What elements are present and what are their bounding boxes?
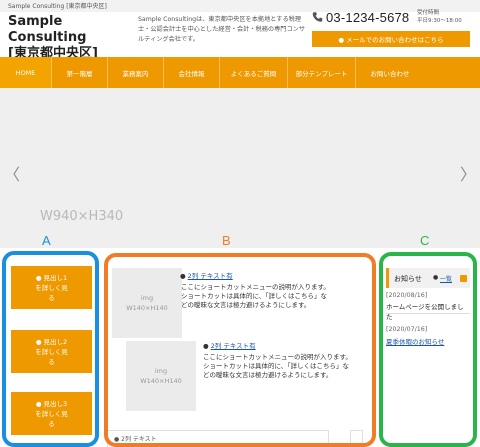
sidebar-button-line2: を詳しく見: [35, 409, 68, 418]
item-title-1[interactable]: ● 2列 テキスト有: [180, 270, 233, 280]
news-header: お知らせ ● 一覧: [386, 268, 470, 288]
item-title-text: 2列 テキスト有: [187, 272, 233, 280]
news-date: [2020/08/16]: [386, 292, 428, 299]
phone-number: 03-1234-5678: [326, 9, 410, 25]
bullet-icon: ●: [180, 272, 186, 280]
divider: [386, 313, 470, 314]
nav-item-partial-template[interactable]: 部分テンプレート: [288, 57, 356, 88]
sidebar-button-line2: を詳しく見: [35, 283, 68, 292]
bullet-icon: ●: [203, 342, 209, 350]
item-desc-1: ここにショートカットメニューの説明が入ります。ショートカットは具体的に、「詳しく…: [181, 283, 330, 310]
sidebar-button-1[interactable]: ● 見出し1 を詳しく見 る: [11, 266, 92, 309]
site-description: Sample Consultingは、東京都中央区を本拠地とする税理士・公認会計…: [138, 16, 306, 43]
email-contact-button[interactable]: ● メールでのお問い合わせはこちら: [312, 31, 470, 47]
thumbnail-image-1[interactable]: img W140×H140: [112, 268, 182, 338]
item-desc-2: ここにショートカットメニューの説明が入ります。ショートカットは具体的に、「詳しく…: [203, 353, 352, 380]
phone-icon: [312, 12, 323, 22]
nav-item-company[interactable]: 会社情報: [164, 57, 220, 88]
annotation-b: B: [222, 233, 231, 248]
item-title-2[interactable]: ● 2列 テキスト有: [203, 340, 256, 350]
nav-item-contact[interactable]: お問い合わせ: [356, 57, 424, 88]
nav-item-faq[interactable]: よくあるご質問: [220, 57, 288, 88]
sidebar-button-line3: る: [48, 419, 55, 428]
nav-item-services[interactable]: 業務案内: [108, 57, 164, 88]
news-item-text: ホームページを公開しました: [386, 303, 464, 321]
hours-label: 受付時間: [417, 10, 440, 16]
annotation-a: A: [42, 233, 51, 248]
site-title-line1: Sample Consulting: [8, 14, 87, 45]
slider-prev-icon[interactable]: 〈: [4, 161, 20, 185]
thumb-label: img: [154, 367, 168, 375]
hours-value: 平日9:30〜18:00: [417, 18, 462, 24]
sidebar-button-2[interactable]: ● 見出し2 を詳しく見 る: [11, 330, 92, 373]
sidebar-button-3[interactable]: ● 見出し3 を詳しく見 る: [11, 392, 92, 435]
sidebar-button-line3: る: [48, 293, 55, 302]
top-bar-text: Sample Consulting [東京都中央区]: [8, 3, 107, 10]
news-date: [2020/07/16]: [386, 326, 428, 333]
business-hours: 受付時間 平日9:30〜18:00: [417, 9, 462, 25]
nav-item-home[interactable]: HOME: [0, 57, 52, 88]
global-nav: HOME 第一階層 業務案内 会社情報 よくあるご質問 部分テンプレート お問い…: [0, 57, 480, 88]
thumb-label: img: [140, 294, 154, 302]
hero-slider: 〈 〉 W940×H340: [0, 88, 480, 248]
rss-icon[interactable]: [460, 275, 467, 282]
bullet-icon: ●: [433, 274, 439, 281]
nav-item-level1[interactable]: 第一階層: [52, 57, 108, 88]
next-item-row: ● 2列 テキスト: [107, 430, 329, 447]
news-list-link[interactable]: 一覧: [440, 274, 452, 283]
site-title[interactable]: Sample Consulting [東京都中央区]: [8, 14, 138, 62]
sidebar-button-line1: ● 見出し3: [35, 399, 68, 408]
sidebar-button-line1: ● 見出し2: [35, 337, 68, 346]
sidebar-button-line1: ● 見出し1: [35, 273, 68, 282]
next-item-title[interactable]: ● 2列 テキスト: [114, 434, 157, 443]
phone-block: 03-1234-5678: [312, 6, 409, 28]
thumbnail-image-2[interactable]: img W140×H140: [126, 341, 196, 411]
next-item-row-right: [350, 430, 363, 447]
news-title: お知らせ: [394, 275, 422, 283]
thumb-size: W140×H140: [126, 304, 168, 312]
sidebar-button-line3: る: [48, 357, 55, 366]
news-item-link[interactable]: 夏季休暇のお知らせ: [386, 336, 444, 346]
annotation-c: C: [420, 233, 430, 248]
item-title-text: 2列 テキスト有: [210, 342, 256, 350]
hero-size-label: W940×H340: [40, 209, 124, 224]
slider-next-icon[interactable]: 〉: [460, 161, 476, 185]
thumb-size: W140×H140: [140, 377, 182, 385]
sidebar-button-line2: を詳しく見: [35, 347, 68, 356]
